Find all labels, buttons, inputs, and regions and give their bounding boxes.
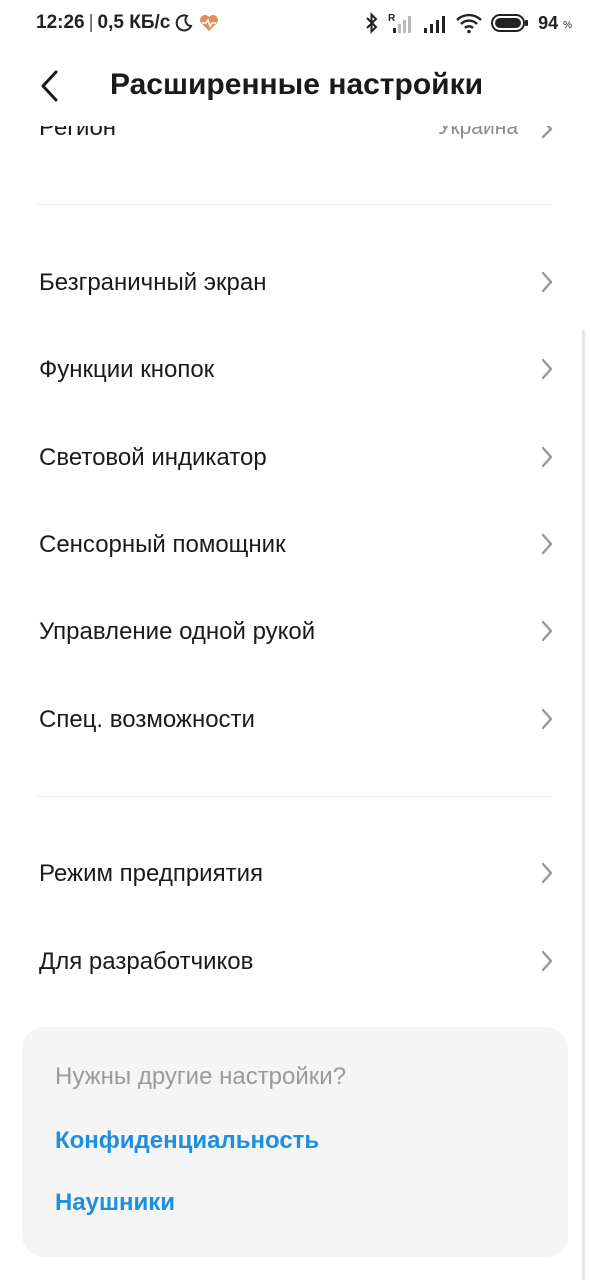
row-label: Световой индикатор <box>39 444 267 471</box>
chevron-right-icon <box>541 358 553 380</box>
page-title: Расширенные настройки <box>110 68 484 101</box>
app-header: Расширенные настройки <box>0 48 590 126</box>
row-label: Функции кнопок <box>39 356 215 383</box>
chevron-right-icon <box>541 533 553 555</box>
row-label: Режим предприятия <box>39 860 263 887</box>
back-button[interactable] <box>30 66 70 106</box>
suggestions-card: Нужны другие настройки? Конфиденциальнос… <box>22 1027 568 1257</box>
chevron-right-icon <box>541 446 553 468</box>
signal-icon: R <box>388 13 412 33</box>
headphones-link[interactable]: Наушники <box>55 1189 175 1217</box>
row-label: Сенсорный помощник <box>39 531 286 558</box>
status-left: 12:26 | 0,5 КБ/с <box>36 12 220 34</box>
settings-row[interactable]: Для разработчиков <box>0 932 590 992</box>
row-label: Спец. возможности <box>39 706 255 733</box>
battery-level: 94 <box>538 12 559 33</box>
settings-row[interactable]: Сенсорный помощник <box>0 515 590 575</box>
back-arrow-icon <box>41 70 58 102</box>
moon-icon <box>176 14 193 32</box>
settings-row[interactable]: Управление одной рукой <box>0 602 590 662</box>
status-bar: 12:26 | 0,5 КБ/с R 94 % <box>0 0 590 48</box>
row-label: Управление одной рукой <box>39 618 316 645</box>
network-speed: 0,5 КБ/с <box>97 12 171 33</box>
chevron-right-icon <box>541 271 553 293</box>
settings-row-region[interactable]: Регион Украина <box>0 126 590 156</box>
settings-row[interactable]: Режим предприятия <box>0 844 590 904</box>
settings-row[interactable]: Функции кнопок <box>0 340 590 400</box>
bluetooth-icon <box>366 12 378 34</box>
heart-rate-icon <box>200 15 219 31</box>
chevron-right-icon <box>541 126 553 139</box>
battery-unit: % <box>563 19 572 31</box>
chevron-right-icon <box>541 950 553 972</box>
row-label: Для разработчиков <box>39 948 254 975</box>
section-divider <box>38 796 552 797</box>
scroll-clip: Регион Украина <box>0 126 590 186</box>
clock: 12:26 <box>36 12 85 33</box>
privacy-link[interactable]: Конфиденциальность <box>55 1127 319 1155</box>
signal-icon <box>424 16 446 33</box>
suggestions-title: Нужны другие настройки? <box>55 1063 347 1090</box>
settings-row[interactable]: Безграничный экран <box>0 253 590 313</box>
wifi-icon <box>456 13 482 34</box>
svg-text:R: R <box>388 13 396 24</box>
section-divider <box>38 204 552 205</box>
status-right: R 94 % <box>365 12 572 34</box>
chevron-right-icon <box>541 862 553 884</box>
row-label: Безграничный экран <box>39 269 267 296</box>
chevron-right-icon <box>541 620 553 642</box>
row-label: Регион <box>39 126 117 141</box>
chevron-right-icon <box>541 708 553 730</box>
scrollbar[interactable] <box>582 330 585 1280</box>
battery-icon <box>491 14 529 32</box>
settings-row[interactable]: Спец. возможности <box>0 690 590 750</box>
row-value: Украина <box>438 126 518 139</box>
status-separator: | <box>88 12 94 33</box>
settings-row[interactable]: Световой индикатор <box>0 428 590 488</box>
